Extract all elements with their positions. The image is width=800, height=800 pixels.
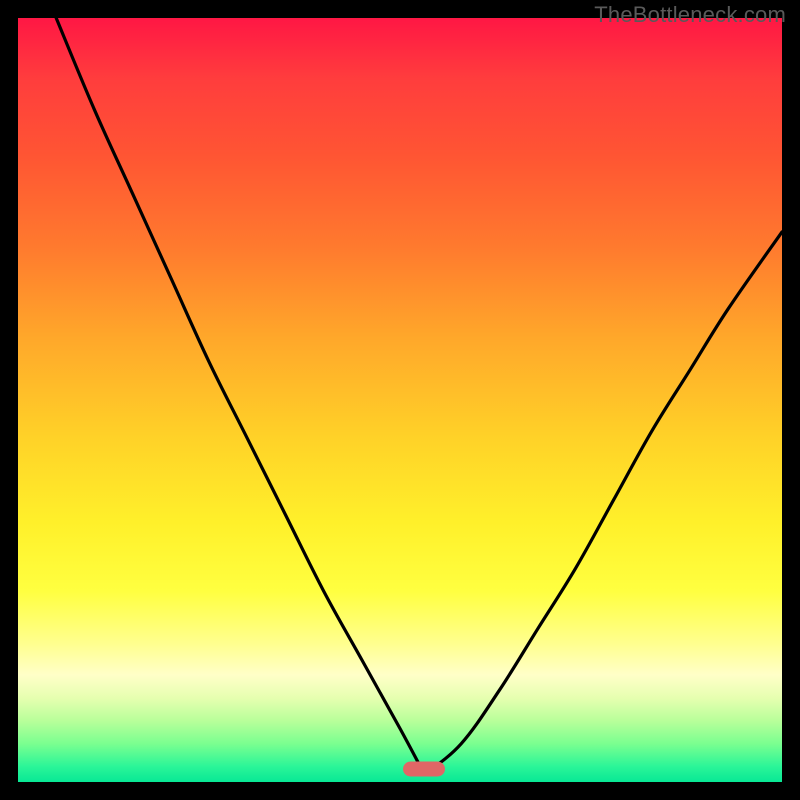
plot-area	[18, 18, 782, 782]
optimal-balance-marker	[403, 762, 445, 777]
watermark-text: TheBottleneck.com	[594, 2, 786, 28]
bottleneck-curve	[18, 18, 782, 782]
curve-right-branch	[424, 232, 782, 774]
chart-frame: TheBottleneck.com	[0, 0, 800, 800]
curve-left-branch	[56, 18, 424, 774]
